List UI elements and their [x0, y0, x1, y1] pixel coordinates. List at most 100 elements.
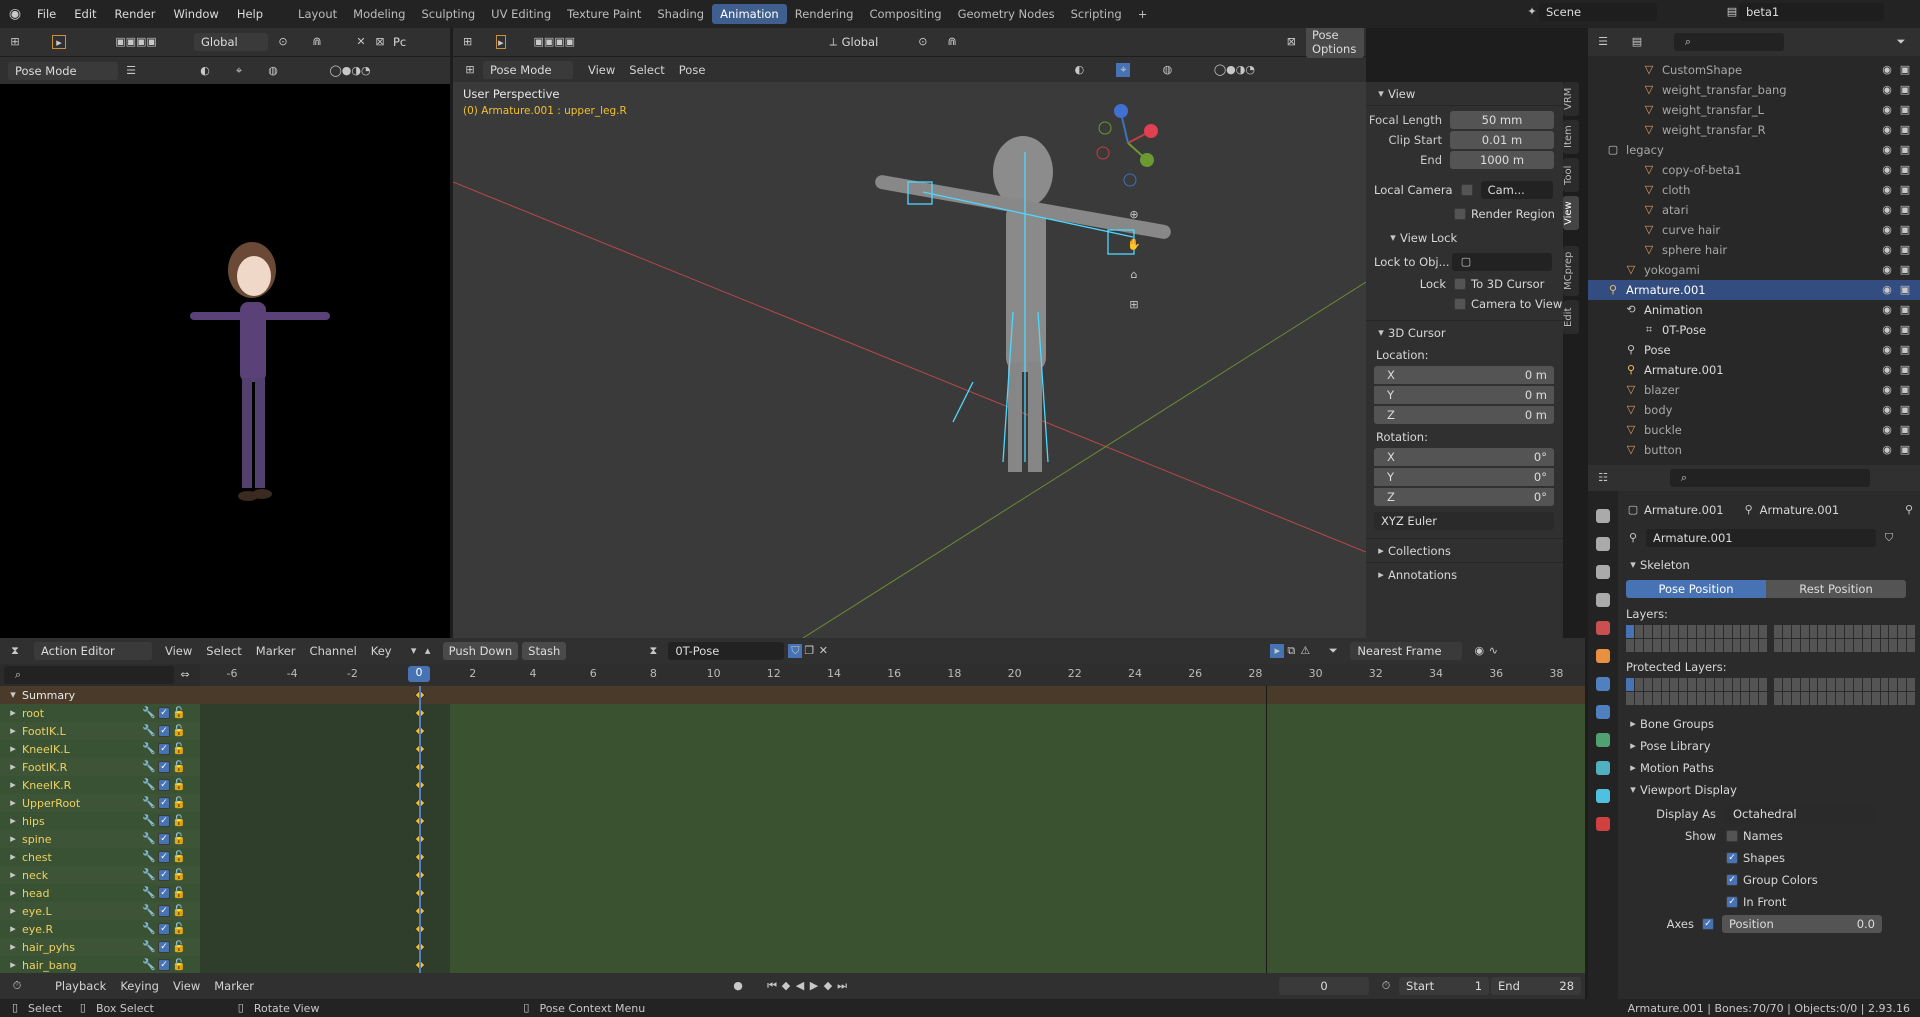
- menu-render[interactable]: Render: [106, 7, 165, 21]
- eye-icon[interactable]: ◉: [1880, 123, 1894, 137]
- add-workspace-button[interactable]: +: [1130, 4, 1156, 24]
- xray-icon[interactable]: ⊠: [373, 35, 387, 49]
- lock-icon[interactable]: 🔓: [172, 868, 186, 882]
- channel-expand-icon[interactable]: ▸: [6, 796, 20, 810]
- action-name-field[interactable]: 0T-Pose: [668, 642, 785, 660]
- errors-icon[interactable]: ⚠: [1298, 644, 1312, 658]
- lock-icon[interactable]: 🔓: [172, 742, 186, 756]
- bone-groups-title[interactable]: Bone Groups: [1640, 717, 1714, 731]
- outliner-item[interactable]: ⟲ Animation ◉ ▣: [1588, 300, 1920, 320]
- outliner-item[interactable]: ▽ yokogami ◉ ▣: [1588, 260, 1920, 280]
- motion-paths-expand-icon[interactable]: ▸: [1626, 761, 1640, 775]
- eye-icon[interactable]: ◉: [1880, 403, 1894, 417]
- sidebar-tab-tool[interactable]: Tool: [1563, 158, 1579, 192]
- new-action-icon[interactable]: ❐: [802, 644, 816, 658]
- menu-help[interactable]: Help: [228, 7, 272, 21]
- channel-expand-icon[interactable]: ▸: [6, 922, 20, 936]
- workspace-tab-geometry-nodes[interactable]: Geometry Nodes: [950, 4, 1063, 24]
- camview-mode-dropdown[interactable]: Pose Mode: [8, 61, 118, 80]
- outliner-item[interactable]: ▽ weight_transfar_bang ◉ ▣: [1588, 80, 1920, 100]
- channel-expand-icon[interactable]: ▸: [6, 868, 20, 882]
- outliner-item[interactable]: ▽ body ◉ ▣: [1588, 400, 1920, 420]
- wrench-icon[interactable]: 🔧: [142, 814, 156, 828]
- workspace-tab-scripting[interactable]: Scripting: [1063, 4, 1130, 24]
- dopesheet-area[interactable]: [200, 686, 1585, 973]
- channel-row[interactable]: ▸hair_bang 🔧 🔓: [0, 956, 200, 973]
- group-colors-checkbox[interactable]: [1726, 874, 1738, 886]
- editor-type-icon[interactable]: ⊞: [8, 35, 22, 49]
- skeleton-collapse-icon[interactable]: ▾: [1626, 558, 1640, 572]
- viewport-display-title[interactable]: Viewport Display: [1640, 783, 1737, 797]
- vp-orientation-dropdown[interactable]: Global: [842, 35, 879, 49]
- channel-expand-icon[interactable]: ▸: [6, 706, 20, 720]
- eye-icon[interactable]: ◉: [1880, 143, 1894, 157]
- clip-end-field[interactable]: 1000 m: [1450, 151, 1554, 169]
- wrench-icon[interactable]: 🔧: [142, 742, 156, 756]
- outliner-item[interactable]: ▽ blazer ◉ ▣: [1588, 380, 1920, 400]
- workspace-tab-compositing[interactable]: Compositing: [861, 4, 949, 24]
- zoom-icon[interactable]: ⊕: [1127, 208, 1141, 222]
- render-camera-icon[interactable]: ▣: [1898, 103, 1912, 117]
- vp-orientation-icon[interactable]: ⟂: [829, 35, 838, 49]
- eye-icon[interactable]: ◉: [1880, 83, 1894, 97]
- to-3d-cursor-checkbox[interactable]: [1454, 278, 1466, 290]
- channel-mute-checkbox[interactable]: [158, 869, 170, 881]
- channel-mute-checkbox[interactable]: [158, 923, 170, 935]
- eye-icon[interactable]: ◉: [1880, 103, 1894, 117]
- protected-layers-grid[interactable]: [1626, 678, 1916, 705]
- channel-mute-checkbox[interactable]: [158, 851, 170, 863]
- workspace-tab-layout[interactable]: Layout: [290, 4, 345, 24]
- play-icon[interactable]: ▶: [807, 979, 821, 993]
- outliner-item[interactable]: ⚲ Armature.001 ◉ ▣: [1588, 360, 1920, 380]
- channel-row[interactable]: ▸hair_pyhs 🔧 🔓: [0, 938, 200, 956]
- vp-menu-pose[interactable]: Pose: [672, 63, 713, 77]
- channel-row[interactable]: ▸neck 🔧 🔓: [0, 866, 200, 884]
- outliner-item[interactable]: ⚲ Armature.001 ◉ ▣: [1588, 280, 1920, 300]
- push-down-button[interactable]: Push Down: [442, 642, 519, 660]
- pose-library-expand-icon[interactable]: ▸: [1626, 739, 1640, 753]
- vp-gizmo-icon[interactable]: ⌖: [1116, 62, 1131, 77]
- play-reverse-icon[interactable]: ◀: [793, 979, 807, 993]
- wrench-icon[interactable]: 🔧: [142, 796, 156, 810]
- channel-mute-checkbox[interactable]: [158, 761, 170, 773]
- properties-tab-icon[interactable]: [1596, 621, 1610, 635]
- timeline-menu-marker[interactable]: Marker: [207, 979, 261, 993]
- eye-icon[interactable]: ◉: [1880, 443, 1894, 457]
- gizmo-icon[interactable]: ⌖: [232, 64, 246, 78]
- properties-tab-icon[interactable]: [1596, 817, 1610, 831]
- eye-icon[interactable]: ◉: [1880, 63, 1894, 77]
- lock-icon[interactable]: 🔓: [172, 814, 186, 828]
- wrench-icon[interactable]: 🔧: [142, 868, 156, 882]
- outliner-search[interactable]: ⌕: [1674, 33, 1784, 51]
- workspace-tab-texture-paint[interactable]: Texture Paint: [559, 4, 649, 24]
- eye-icon[interactable]: ◉: [1880, 243, 1894, 257]
- camera-view-area[interactable]: ⊞ ▸ ▣▣▣▣ Global ⊙ ⋒ ✕ ⊠ Pc Pose Mode ☰ ◐…: [0, 28, 450, 638]
- unlink-action-icon[interactable]: ✕: [816, 644, 830, 658]
- jump-start-icon[interactable]: ⏮: [765, 979, 779, 993]
- pose-options-button[interactable]: Pose Options: [1305, 28, 1364, 58]
- ae-filter-icon[interactable]: ⏷: [1326, 644, 1340, 658]
- channel-expand-icon[interactable]: ▸: [6, 760, 20, 774]
- timeline-menu-keying[interactable]: Keying: [113, 979, 166, 993]
- wrench-icon[interactable]: 🔧: [142, 940, 156, 954]
- cursor-location-x-field[interactable]: X 0 m: [1374, 366, 1554, 384]
- collections-expand-icon[interactable]: ▸: [1374, 544, 1388, 558]
- outliner-item[interactable]: ▽ sphere hair ◉ ▣: [1588, 240, 1920, 260]
- ae-menu-view[interactable]: View: [158, 644, 199, 658]
- channel-row[interactable]: ▸KneeIK.L 🔧 🔓: [0, 740, 200, 758]
- pose-position-button[interactable]: Pose Position: [1626, 580, 1766, 598]
- orientation-dropdown[interactable]: Global: [194, 33, 268, 51]
- overlay-icon[interactable]: ◍: [266, 64, 280, 78]
- axes-checkbox[interactable]: [1702, 918, 1714, 930]
- menu-window[interactable]: Window: [164, 7, 227, 21]
- bone-groups-expand-icon[interactable]: ▸: [1626, 717, 1640, 731]
- lock-icon[interactable]: 🔓: [172, 922, 186, 936]
- vp-xray-icon[interactable]: ⊠: [1287, 35, 1296, 49]
- workspace-tab-modeling[interactable]: Modeling: [345, 4, 413, 24]
- channel-row[interactable]: ▸head 🔧 🔓: [0, 884, 200, 902]
- lock-icon[interactable]: 🔓: [172, 904, 186, 918]
- viewport-3d[interactable]: ⊞ ▸ ▣▣▣▣ ⟂ Global ⊙ ⋒ ⊠ Pose Options ⊞ P…: [453, 28, 1366, 638]
- wrench-icon[interactable]: 🔧: [142, 958, 156, 972]
- proportional-icon[interactable]: ✕: [354, 35, 368, 49]
- end-frame-field[interactable]: End 28: [1491, 977, 1582, 995]
